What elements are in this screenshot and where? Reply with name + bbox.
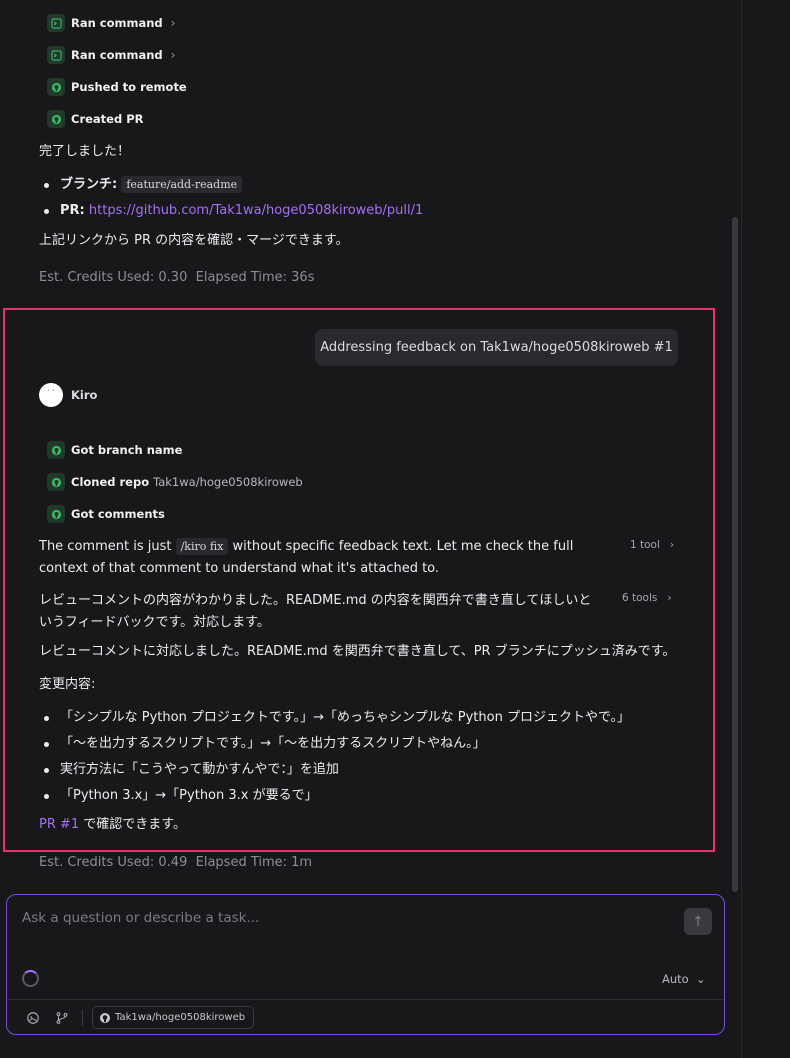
repo-name: Tak1wa/hoge0508kiroweb: [153, 475, 303, 489]
branch-icon[interactable]: [54, 1010, 70, 1026]
pr-ref-suffix: で確認できます。: [79, 817, 187, 832]
bullet: [44, 716, 49, 721]
change-item: 「シンプルな Python プロジェクトです。」→「めっちゃシンプルな Pyth…: [60, 710, 630, 725]
text: without specific feedback text. Let me c…: [232, 539, 574, 554]
branch-line: ブランチ: feature/add-readme: [60, 174, 243, 196]
tool-ran-command-1[interactable]: Ran command ›: [47, 12, 175, 34]
chat-panel: Ran command › Ran command › Pushed to re…: [0, 0, 741, 1058]
pr-link[interactable]: https://github.com/Tak1wa/hoge0508kirowe…: [89, 203, 423, 218]
loading-spinner-icon: [22, 970, 39, 987]
bullet: [44, 794, 49, 799]
credits-used: Est. Credits Used: 0.49: [39, 855, 188, 870]
tool-cloned-repo: Cloned repo Tak1wa/hoge0508kiroweb: [47, 471, 303, 493]
chevron-down-icon: ⌄: [692, 972, 706, 986]
response-para-2: レビューコメントの内容がわかりました。README.md の内容を関西弁で書き直…: [39, 590, 619, 634]
scrollbar-thumb[interactable]: [732, 217, 738, 892]
tool-label: Got comments: [71, 507, 165, 521]
tools-count-label: 1 tool: [630, 539, 660, 551]
bullet: [44, 183, 49, 188]
tool-got-branch-name: Got branch name: [47, 439, 182, 461]
separator: [82, 1010, 83, 1026]
tool-got-comments: Got comments: [47, 503, 165, 525]
agent-name: Kiro: [71, 388, 98, 402]
pr-line: PR: https://github.com/Tak1wa/hoge0508ki…: [60, 203, 424, 218]
tool-label: Ran command: [71, 48, 163, 62]
response-para-3: レビューコメントに対応しました。README.md を関西弁で書き直して、PR …: [39, 644, 676, 659]
repo-chip[interactable]: Tak1wa/hoge0508kiroweb: [92, 1006, 255, 1029]
tool-label: Ran command: [71, 16, 163, 30]
usage-stats-2: Est. Credits Used: 0.49 Elapsed Time: 1m: [39, 852, 312, 874]
github-icon: [47, 78, 65, 96]
prompt-input[interactable]: Ask a question or describe a task...: [22, 910, 259, 926]
attach-image-icon[interactable]: [25, 1010, 41, 1026]
kiro-avatar: ˙˙: [39, 383, 63, 407]
model-select[interactable]: Auto ⌄: [662, 972, 706, 986]
side-panel: [741, 0, 790, 1058]
text: context of that comment to understand wh…: [39, 561, 440, 576]
text: The comment is just: [39, 539, 172, 554]
text: レビューコメントの内容がわかりました。README.md の内容を関西弁で書き直…: [39, 593, 592, 608]
github-icon: [47, 110, 65, 128]
chevron-right-icon: ›: [660, 592, 672, 604]
branch-value: feature/add-readme: [121, 176, 243, 193]
changes-title: 変更内容:: [39, 677, 96, 692]
github-icon: [47, 505, 65, 523]
credits-used: Est. Credits Used: 0.30: [39, 270, 188, 285]
prompt-input-box[interactable]: Ask a question or describe a task... ↑ A…: [6, 894, 725, 1035]
tool-ran-command-2[interactable]: Ran command ›: [47, 44, 175, 66]
tool-label: Got branch name: [71, 443, 183, 457]
chevron-right-icon[interactable]: ›: [171, 16, 176, 30]
send-button[interactable]: ↑: [684, 908, 712, 935]
tools-count-1[interactable]: 1 tool ›: [630, 539, 674, 551]
github-icon: [100, 1012, 110, 1023]
change-item: 実行方法に「こうやって動かすんやで：」を追加: [60, 762, 339, 777]
chevron-right-icon: ›: [663, 539, 675, 551]
pr-ref-link[interactable]: PR #1: [39, 817, 79, 832]
arrow-up-icon: ↑: [692, 913, 704, 930]
tool-label: Created PR: [71, 112, 144, 126]
github-icon: [47, 473, 65, 491]
inline-code: /kiro fix: [175, 538, 229, 555]
model-select-value: Auto: [662, 972, 689, 986]
usage-stats-1: Est. Credits Used: 0.30 Elapsed Time: 36…: [39, 267, 314, 289]
bullet: [44, 742, 49, 747]
response-para-1: The comment is just /kiro fix without sp…: [39, 536, 619, 580]
tool-label: Pushed to remote: [71, 80, 187, 94]
elapsed-time: Elapsed Time: 1m: [195, 855, 313, 870]
chevron-right-icon[interactable]: ›: [171, 48, 176, 62]
text: いうフィードバックです。対応します。: [39, 615, 270, 630]
tool-created-pr: Created PR: [47, 108, 144, 130]
elapsed-time: Elapsed Time: 36s: [195, 270, 315, 285]
change-item: 「Python 3.x」→「Python 3.x が要るで」: [60, 788, 318, 803]
ghost-icon: ˙˙: [46, 389, 56, 398]
github-icon: [47, 441, 65, 459]
user-message-bubble: Addressing feedback on Tak1wa/hoge0508ki…: [315, 329, 678, 366]
terminal-icon: [47, 14, 65, 32]
divider: [7, 999, 724, 1000]
terminal-icon: [47, 46, 65, 64]
tool-pushed-to-remote: Pushed to remote: [47, 76, 187, 98]
bullet: [44, 768, 49, 773]
pr-confirm-line: PR #1 で確認できます。: [39, 814, 186, 836]
tool-label: Cloned repo: [71, 475, 150, 489]
pr-label: PR: [60, 203, 80, 218]
bullet: [44, 209, 49, 214]
repo-chip-label: Tak1wa/hoge0508kiroweb: [115, 1012, 246, 1023]
change-item: 「〜を出力するスクリプトです。」→「〜を出力するスクリプトやねん。」: [60, 736, 486, 751]
branch-label: ブランチ:: [60, 177, 118, 192]
tools-count-2[interactable]: 6 tools ›: [622, 592, 672, 604]
confirm-text: 上記リンクから PR の内容を確認・マージできます。: [39, 233, 349, 248]
done-text: 完了しました！: [39, 144, 131, 159]
tools-count-label: 6 tools: [622, 592, 658, 604]
